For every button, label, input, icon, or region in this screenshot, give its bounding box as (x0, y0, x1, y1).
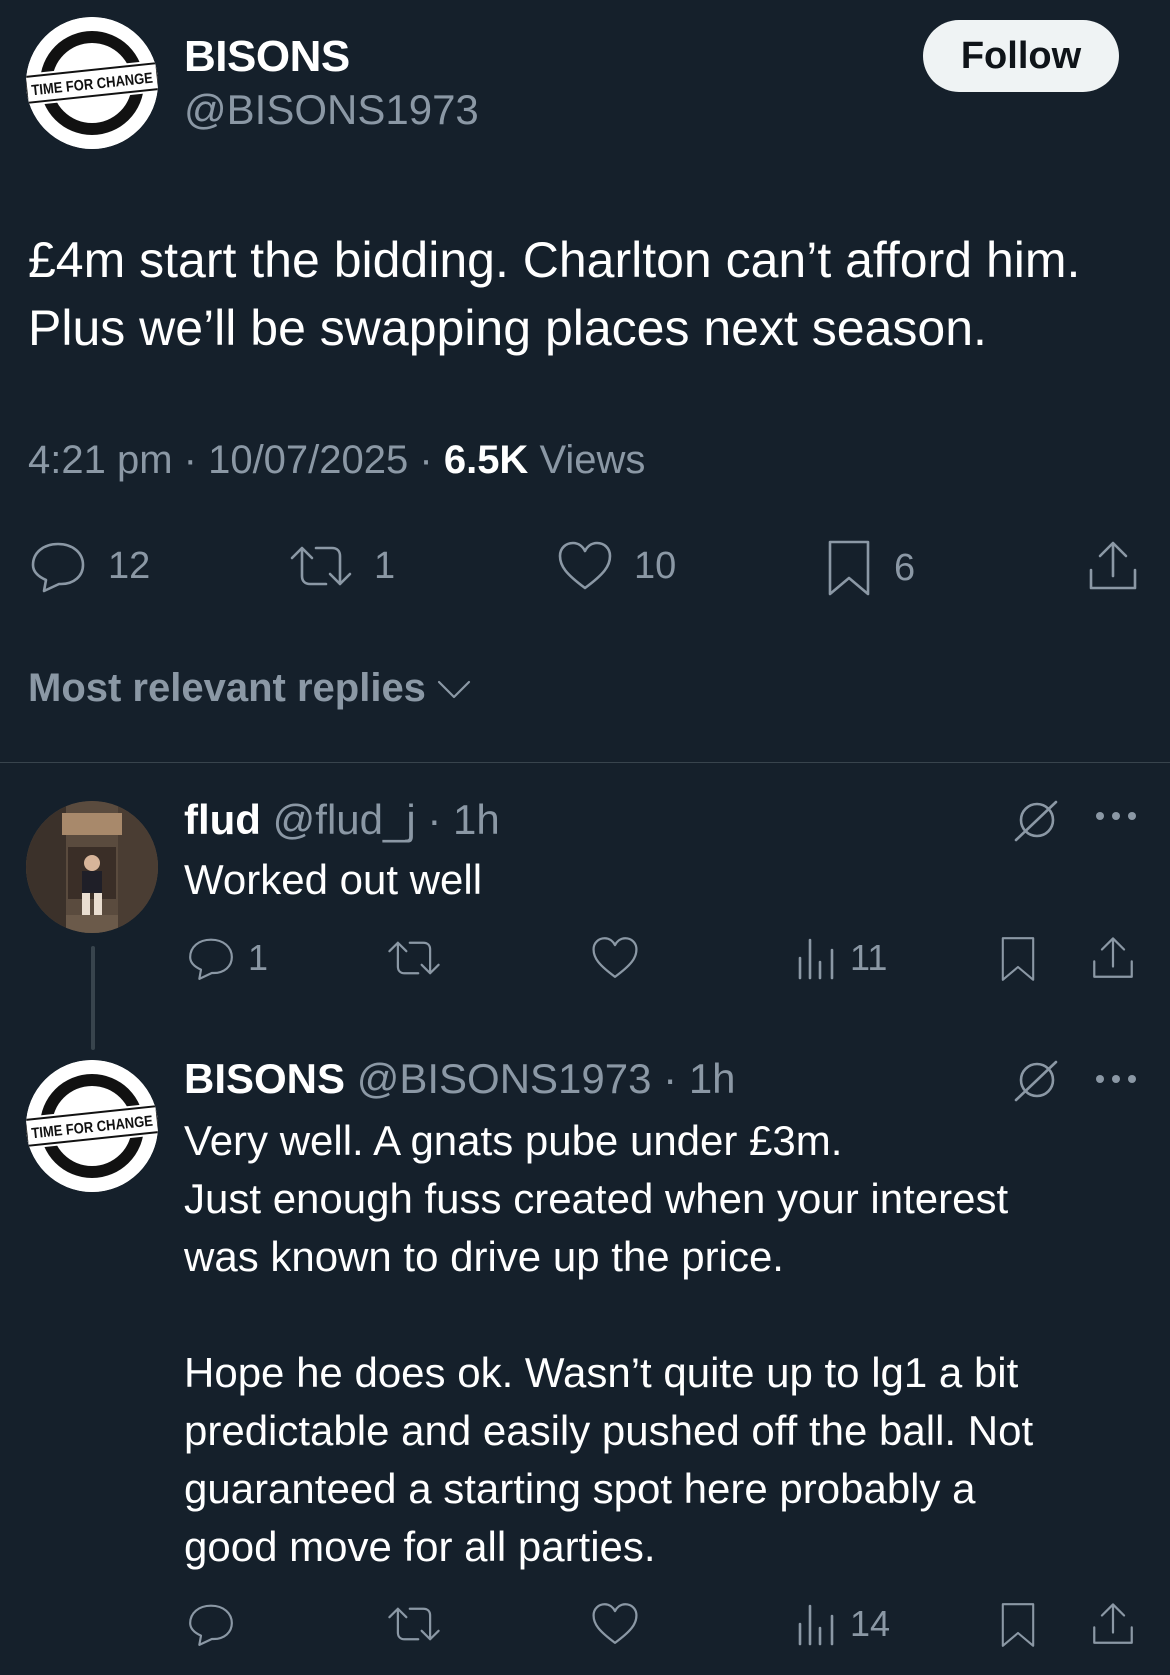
repost-count: 1 (374, 544, 396, 587)
repost-icon (388, 1607, 440, 1641)
reply-header: BISONS @BISONS1973 · 1h (184, 1055, 736, 1103)
reply-author-handle[interactable]: @BISONS1973 (357, 1055, 652, 1102)
tweet-text: £4m start the bidding. Charlton can’t af… (28, 226, 1148, 362)
more-icon (1096, 1075, 1136, 1083)
tweet-text-line: Plus we’ll be swapping places next seaso… (28, 300, 987, 356)
meta-separator: · (651, 1055, 689, 1102)
reply-bookmark-button[interactable] (998, 934, 1038, 984)
repost-icon (290, 546, 352, 586)
share-button[interactable] (1086, 538, 1140, 594)
tweet-time[interactable]: 4:21 pm (28, 438, 173, 482)
reply-like-button[interactable] (590, 934, 640, 982)
reply-text-line: predictable and easily pushed off the ba… (184, 1407, 1034, 1454)
reply-repost-button[interactable] (386, 1600, 442, 1648)
more-icon (1096, 812, 1136, 820)
grok-icon (1014, 800, 1058, 842)
share-icon (1089, 541, 1137, 590)
reply-time[interactable]: 1h (453, 796, 500, 843)
reply-text-line: was known to drive up the price. (184, 1233, 784, 1280)
reply-author-handle[interactable]: @flud_j (273, 796, 416, 843)
reply-text-line: guaranteed a starting spot here probably… (184, 1465, 976, 1512)
reply-reply-button[interactable] (186, 1600, 236, 1648)
follow-button[interactable]: Follow (923, 20, 1119, 92)
reply-share-button[interactable] (1090, 934, 1136, 982)
time-for-change-logo: TIME FOR CHANGE (26, 17, 158, 149)
reply-like-button[interactable] (590, 1600, 640, 1648)
bookmark-count: 6 (894, 546, 916, 589)
reply-icon (189, 1604, 233, 1646)
repost-button[interactable]: 1 (288, 538, 395, 594)
reply-text: Worked out well (184, 856, 483, 903)
reply-share-button[interactable] (1090, 1600, 1136, 1648)
replies-sort-dropdown[interactable]: Most relevant replies (28, 666, 472, 711)
person-photo-avatar (26, 801, 158, 933)
reply-views-button[interactable]: 11 (796, 934, 887, 982)
reply-reply-count: 1 (248, 937, 269, 978)
reply-text-line: Just enough fuss created when your inter… (184, 1175, 1009, 1222)
like-button[interactable]: 10 (556, 538, 676, 594)
reply-reply-button[interactable]: 1 (186, 934, 268, 982)
reply-icon (189, 938, 233, 980)
reply-time[interactable]: 1h (689, 1055, 736, 1102)
author-avatar[interactable]: TIME FOR CHANGE (26, 17, 158, 149)
meta-separator: · (415, 796, 454, 843)
reply-author-name[interactable]: BISONS (184, 1055, 345, 1102)
grok-button[interactable] (1012, 1058, 1062, 1102)
views-count: 6.5K (443, 438, 529, 482)
views-label: Views (539, 438, 646, 482)
reply-icon (31, 542, 85, 593)
bookmark-icon (828, 540, 870, 596)
bookmark-icon (1001, 1603, 1035, 1647)
author-name[interactable]: BISONS (184, 32, 350, 82)
reply-text-line: Hope he does ok. Wasn’t quite up to lg1 … (184, 1349, 1019, 1396)
replies-sort-label: Most relevant replies (28, 666, 426, 710)
views-icon (798, 1604, 834, 1646)
reply-author-name[interactable]: flud (184, 796, 261, 843)
reply-views-count: 14 (850, 1603, 891, 1644)
share-icon (1093, 937, 1133, 978)
like-icon (592, 937, 638, 978)
bookmark-icon (1001, 937, 1035, 981)
meta-separator: · (172, 438, 209, 482)
tweet-meta: 4:21 pm · 10/07/2025 · 6.5K Views (28, 438, 645, 483)
reply-bookmark-button[interactable] (998, 1600, 1038, 1650)
divider (0, 762, 1170, 763)
reply-avatar[interactable]: TIME FOR CHANGE (26, 1060, 158, 1192)
reply-header: flud @flud_j · 1h (184, 796, 500, 844)
reply-repost-button[interactable] (386, 934, 442, 982)
reply-button[interactable]: 12 (28, 538, 150, 594)
grok-button[interactable] (1012, 798, 1062, 842)
like-count: 10 (634, 544, 677, 587)
meta-separator: · (408, 438, 444, 482)
reply-views-count: 11 (850, 937, 888, 978)
reply-text-line: Very well. A gnats pube under £3m. (184, 1117, 843, 1164)
reply-text-line: good move for all parties. (184, 1523, 656, 1570)
like-icon (592, 1603, 638, 1644)
grok-icon (1014, 1060, 1058, 1102)
thread-line (91, 946, 95, 1050)
bookmark-button[interactable]: 6 (824, 538, 915, 598)
thread-connector-top (0, 0, 4, 10)
views-icon (798, 938, 834, 980)
repost-icon (388, 941, 440, 975)
more-options-button[interactable] (1094, 806, 1138, 826)
more-options-button[interactable] (1094, 1069, 1138, 1089)
tweet-date[interactable]: 10/07/2025 (208, 438, 408, 482)
reply-count: 12 (108, 544, 151, 587)
share-icon (1093, 1603, 1133, 1644)
reply-views-button[interactable]: 14 (796, 1600, 890, 1648)
reply-text-blank-line (184, 1286, 1144, 1344)
like-icon (558, 541, 612, 590)
time-for-change-logo: TIME FOR CHANGE (26, 1060, 158, 1192)
tweet-text-line: £4m start the bidding. Charlton can’t af… (28, 232, 1081, 288)
author-handle[interactable]: @BISONS1973 (184, 86, 479, 134)
reply-text: Very well. A gnats pube under £3m. Just … (184, 1112, 1144, 1576)
chevron-down-icon (437, 680, 471, 698)
reply-avatar[interactable] (26, 801, 158, 933)
